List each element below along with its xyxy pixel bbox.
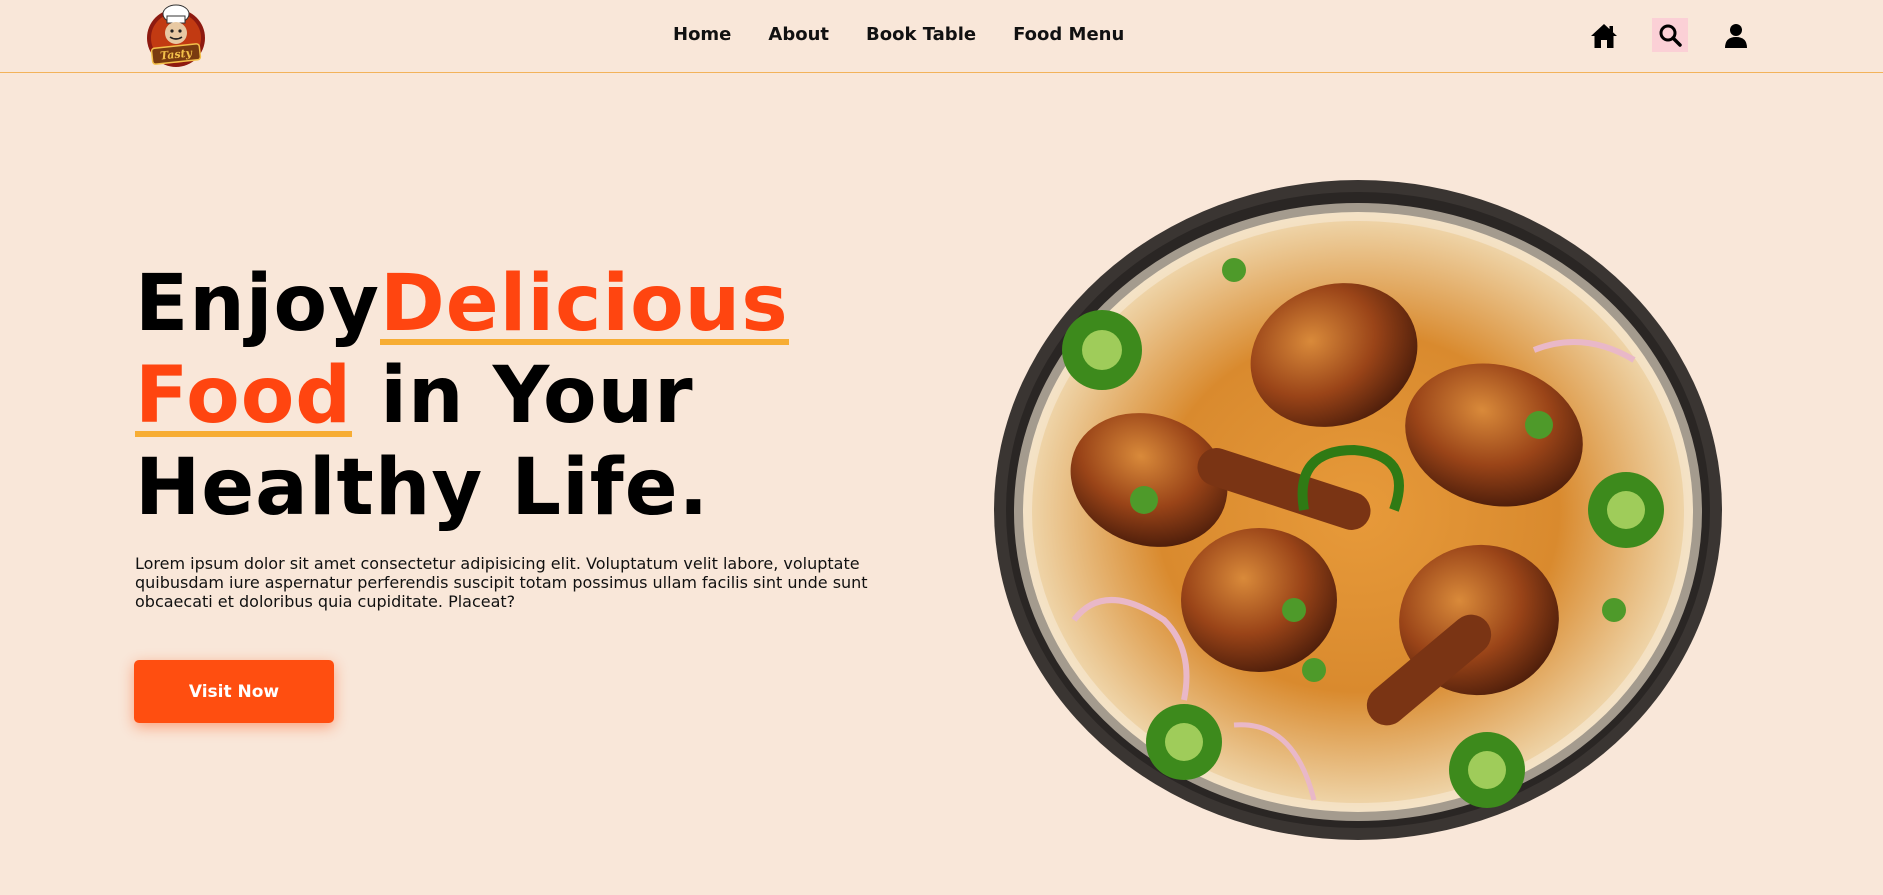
home-button[interactable]: [1586, 18, 1622, 54]
chef-logo-icon: Tasty: [147, 4, 205, 67]
hero-title-enjoy: Enjoy: [135, 259, 380, 349]
hero-title-line-1: EnjoyDelicious: [135, 258, 895, 350]
hero-description: Lorem ipsum dolor sit amet consectetur a…: [135, 554, 868, 611]
hero-title-delicious: Delicious: [379, 259, 789, 349]
search-icon: [1659, 24, 1682, 47]
home-icon: [1591, 24, 1617, 48]
user-button[interactable]: [1718, 18, 1754, 54]
nav-icons: [1586, 18, 1754, 54]
biryani-dish-image: [994, 180, 1722, 840]
main-nav: Home About Book Table Food Menu: [673, 24, 1124, 45]
dish-illustration: [994, 180, 1722, 840]
nav-link-home[interactable]: Home: [673, 24, 731, 45]
nav-link-food-menu[interactable]: Food Menu: [1013, 24, 1124, 45]
navbar: Tasty Home About Book Table Food Menu: [0, 0, 1883, 73]
hero-title-in-your: in Your: [352, 351, 694, 441]
hero-title: EnjoyDelicious Food in Your Healthy Life…: [135, 258, 895, 534]
search-button[interactable]: [1652, 18, 1688, 52]
logo[interactable]: Tasty: [144, 2, 208, 70]
visit-now-button[interactable]: Visit Now: [134, 660, 334, 723]
nav-link-about[interactable]: About: [768, 24, 829, 45]
nav-link-book-table[interactable]: Book Table: [866, 24, 976, 45]
hero-title-line-3: Healthy Life.: [135, 443, 710, 533]
user-icon: [1725, 24, 1747, 48]
hero-title-line-2: Food in Your: [135, 350, 895, 442]
hero-title-food: Food: [135, 351, 353, 441]
